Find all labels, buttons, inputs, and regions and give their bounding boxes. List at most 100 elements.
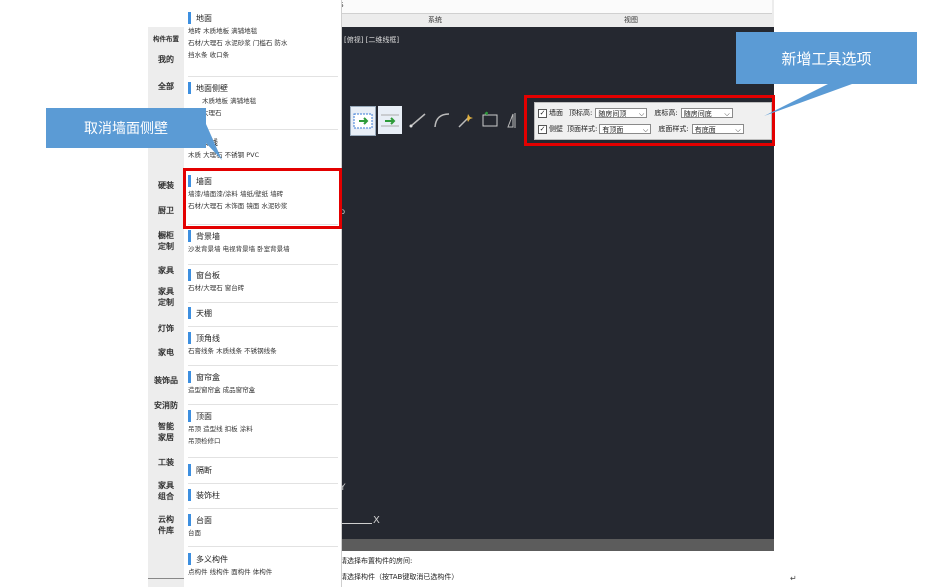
divider <box>188 326 338 327</box>
divider <box>188 546 338 547</box>
section-title: 背景墙 <box>196 231 220 241</box>
section-curtain-box[interactable]: 窗帘盒 造型窗帘盒 成品窗帘盒 <box>188 371 338 395</box>
section-item[interactable]: 大理石 <box>188 109 338 118</box>
section-bar <box>188 269 191 281</box>
category-item[interactable]: 厨卫 <box>148 205 184 216</box>
section-title: 顶面 <box>196 411 212 421</box>
view-label[interactable]: [俯视] [二维线框] <box>344 35 399 45</box>
options-highlight-box <box>524 95 775 146</box>
section-bar <box>188 307 191 319</box>
category-item[interactable]: 装饰品 <box>148 375 184 386</box>
section-item[interactable]: 沙发背景墙 电视背景墙 卧室背景墙 <box>188 245 338 254</box>
tab-view[interactable]: 视图 <box>624 15 638 25</box>
section-item[interactable]: 石膏线条 木质线条 不锈钢线条 <box>188 347 338 356</box>
section-item[interactable]: 吊顶 造型线 扣板 涂料 <box>188 425 338 434</box>
category-item[interactable]: 智能家居 <box>155 421 177 443</box>
section-item[interactable]: 造型窗帘盒 成品窗帘盒 <box>188 386 338 395</box>
callout-new-tool-options: 新增工具选项 <box>736 32 917 84</box>
category-item[interactable]: 工装 <box>148 457 184 468</box>
section-floor-side[interactable]: 地面侧壁 木质地板 满铺地毯 大理石 <box>188 82 338 118</box>
section-bar <box>188 230 191 242</box>
place-tool-icon[interactable] <box>378 106 402 134</box>
category-item[interactable]: 硬装 <box>148 180 184 191</box>
callout-cancel-wall-side: 取消墙面侧壁 <box>46 108 206 148</box>
category-strip-underline <box>148 578 184 579</box>
category-item[interactable]: 我的 <box>148 54 184 65</box>
wall-highlight-box <box>183 168 342 229</box>
category-item[interactable]: 全部 <box>148 81 184 92</box>
axis-x-line <box>340 523 372 524</box>
rotate-tool-icon[interactable] <box>478 106 502 134</box>
category-item[interactable]: 家具组合 <box>155 480 177 502</box>
category-item[interactable]: 灯饰 <box>148 323 184 334</box>
section-decor-column[interactable]: 装饰柱 <box>188 489 338 501</box>
section-top-surface[interactable]: 顶面 吊顶 造型线 扣板 涂料 吊顶检修口 <box>188 410 338 446</box>
section-countertop[interactable]: 台面 台面 <box>188 514 338 538</box>
section-partition[interactable]: 隔断 <box>188 464 338 476</box>
section-item[interactable]: 石材/大理石 水泥砂浆 门槛石 防水 <box>188 39 338 48</box>
command-prompt-2: 请选择构件（按TAB键取消已选构件） <box>340 573 459 581</box>
section-bar <box>188 332 191 344</box>
divider <box>188 76 338 77</box>
section-title: 天棚 <box>196 308 212 318</box>
return-mark: ↵ <box>790 574 797 583</box>
section-title: 窗台板 <box>196 270 220 280</box>
mirror-tool-icon[interactable] <box>502 106 526 134</box>
section-item[interactable]: 台面 <box>188 529 338 538</box>
section-item[interactable]: 吊顶检修口 <box>188 437 338 446</box>
category-item[interactable]: 橱柜定制 <box>155 230 177 252</box>
section-multi-component[interactable]: 多义构件 点构件 线构件 面构件 体构件 <box>188 553 338 577</box>
section-title: 顶角线 <box>196 333 220 343</box>
axis-x-label: X <box>373 515 380 526</box>
command-line[interactable]: 请选择布置构件的房间: 请选择构件（按TAB键取消已选构件） <box>340 551 774 587</box>
section-item[interactable]: 地砖 木质地板 满铺地毯 <box>188 27 338 36</box>
section-title: 台面 <box>196 515 212 525</box>
line-tool-icon[interactable] <box>406 106 430 134</box>
divider <box>188 264 338 265</box>
section-bar <box>188 553 191 565</box>
arc-tool-icon[interactable] <box>430 106 454 134</box>
callout-pointer-right <box>764 84 852 116</box>
section-sill[interactable]: 窗台板 石材/大理石 窗台砖 <box>188 269 338 293</box>
section-title: 隔断 <box>196 465 212 475</box>
component-panel: 地面 地砖 木质地板 满铺地毯 石材/大理石 水泥砂浆 门槛石 防水 挡水条 收… <box>184 0 342 587</box>
section-bar <box>188 514 191 526</box>
section-title: 多义构件 <box>196 554 228 564</box>
tab-system[interactable]: 系统 <box>428 15 442 25</box>
section-bar <box>188 489 191 501</box>
select-region-tool-icon[interactable] <box>350 106 376 136</box>
section-title: 窗帘盒 <box>196 372 220 382</box>
divider <box>188 365 338 366</box>
section-item[interactable]: 石材/大理石 窗台砖 <box>188 284 338 293</box>
section-bar <box>188 12 191 24</box>
section-item[interactable]: 点构件 线构件 面构件 体构件 <box>188 568 338 577</box>
section-bar <box>188 371 191 383</box>
section-title: 装饰柱 <box>196 490 220 500</box>
pick-tool-icon[interactable] <box>454 106 478 134</box>
section-item[interactable]: 挡水条 收口条 <box>188 51 338 60</box>
category-item[interactable]: 家具 <box>148 265 184 276</box>
section-title: 地面侧壁 <box>196 83 228 93</box>
section-ceiling[interactable]: 天棚 <box>188 307 338 319</box>
category-item[interactable]: 构件布置 <box>148 34 184 45</box>
section-item[interactable]: 木质地板 满铺地毯 <box>188 97 338 106</box>
section-bar <box>188 410 191 422</box>
category-item[interactable]: 安消防 <box>148 400 184 411</box>
command-prompt-1: 请选择布置构件的房间: <box>340 557 413 565</box>
category-item[interactable]: 云构件库 <box>155 514 177 536</box>
section-baseboard[interactable]: 脚线 木质 大理石 不锈钢 PVC <box>188 136 338 160</box>
tool-row <box>350 104 530 138</box>
section-floor[interactable]: 地面 地砖 木质地板 满铺地毯 石材/大理石 水泥砂浆 门槛石 防水 挡水条 收… <box>188 12 338 60</box>
divider <box>188 302 338 303</box>
section-title: 地面 <box>196 13 212 23</box>
divider <box>188 483 338 484</box>
category-item[interactable]: 家具定制 <box>155 286 177 308</box>
divider <box>188 457 338 458</box>
status-bar <box>340 539 774 551</box>
category-item[interactable]: 家电 <box>148 347 184 358</box>
section-feature-wall[interactable]: 背景墙 沙发背景墙 电视背景墙 卧室背景墙 <box>188 230 338 254</box>
section-bar <box>188 464 191 476</box>
section-bar <box>188 82 191 94</box>
section-cornice[interactable]: 顶角线 石膏线条 木质线条 不锈钢线条 <box>188 332 338 356</box>
section-item[interactable]: 木质 大理石 不锈钢 PVC <box>188 151 338 160</box>
